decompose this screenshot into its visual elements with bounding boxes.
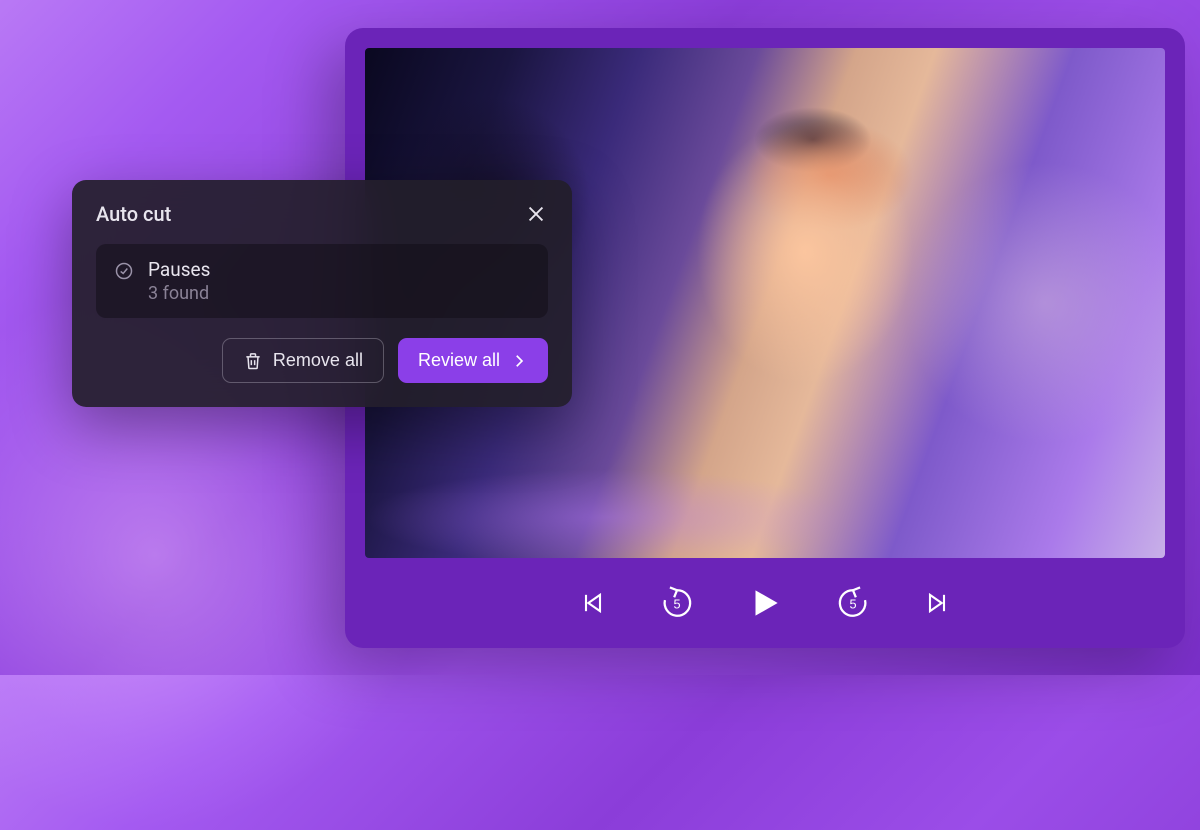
review-all-label: Review all — [418, 350, 500, 371]
forward-5-icon: 5 — [836, 586, 870, 620]
skip-next-icon — [923, 589, 951, 617]
remove-all-label: Remove all — [273, 350, 363, 371]
pauses-count: 3 found — [148, 283, 210, 304]
rewind-5-icon: 5 — [660, 586, 694, 620]
pauses-text: Pauses 3 found — [148, 258, 210, 304]
auto-cut-panel: Auto cut Pauses 3 found — [72, 180, 572, 407]
chevron-right-icon — [510, 352, 528, 370]
svg-text:5: 5 — [673, 597, 680, 612]
trash-icon — [243, 351, 263, 371]
panel-title: Auto cut — [96, 202, 171, 226]
previous-button[interactable] — [575, 585, 611, 621]
remove-all-button[interactable]: Remove all — [222, 338, 384, 383]
forward-5-button[interactable]: 5 — [835, 585, 871, 621]
rewind-5-button[interactable]: 5 — [659, 585, 695, 621]
close-button[interactable] — [524, 202, 548, 226]
svg-text:5: 5 — [849, 597, 856, 612]
close-icon — [525, 203, 547, 225]
panel-header: Auto cut — [96, 202, 548, 226]
player-controls: 5 5 — [365, 558, 1165, 648]
play-icon — [746, 584, 784, 622]
pauses-label: Pauses — [148, 258, 210, 281]
review-all-button[interactable]: Review all — [398, 338, 548, 383]
pauses-item[interactable]: Pauses 3 found — [96, 244, 548, 318]
check-circle-icon — [114, 261, 134, 281]
play-button[interactable] — [743, 581, 787, 625]
skip-previous-icon — [579, 589, 607, 617]
panel-actions: Remove all Review all — [96, 338, 548, 383]
next-button[interactable] — [919, 585, 955, 621]
